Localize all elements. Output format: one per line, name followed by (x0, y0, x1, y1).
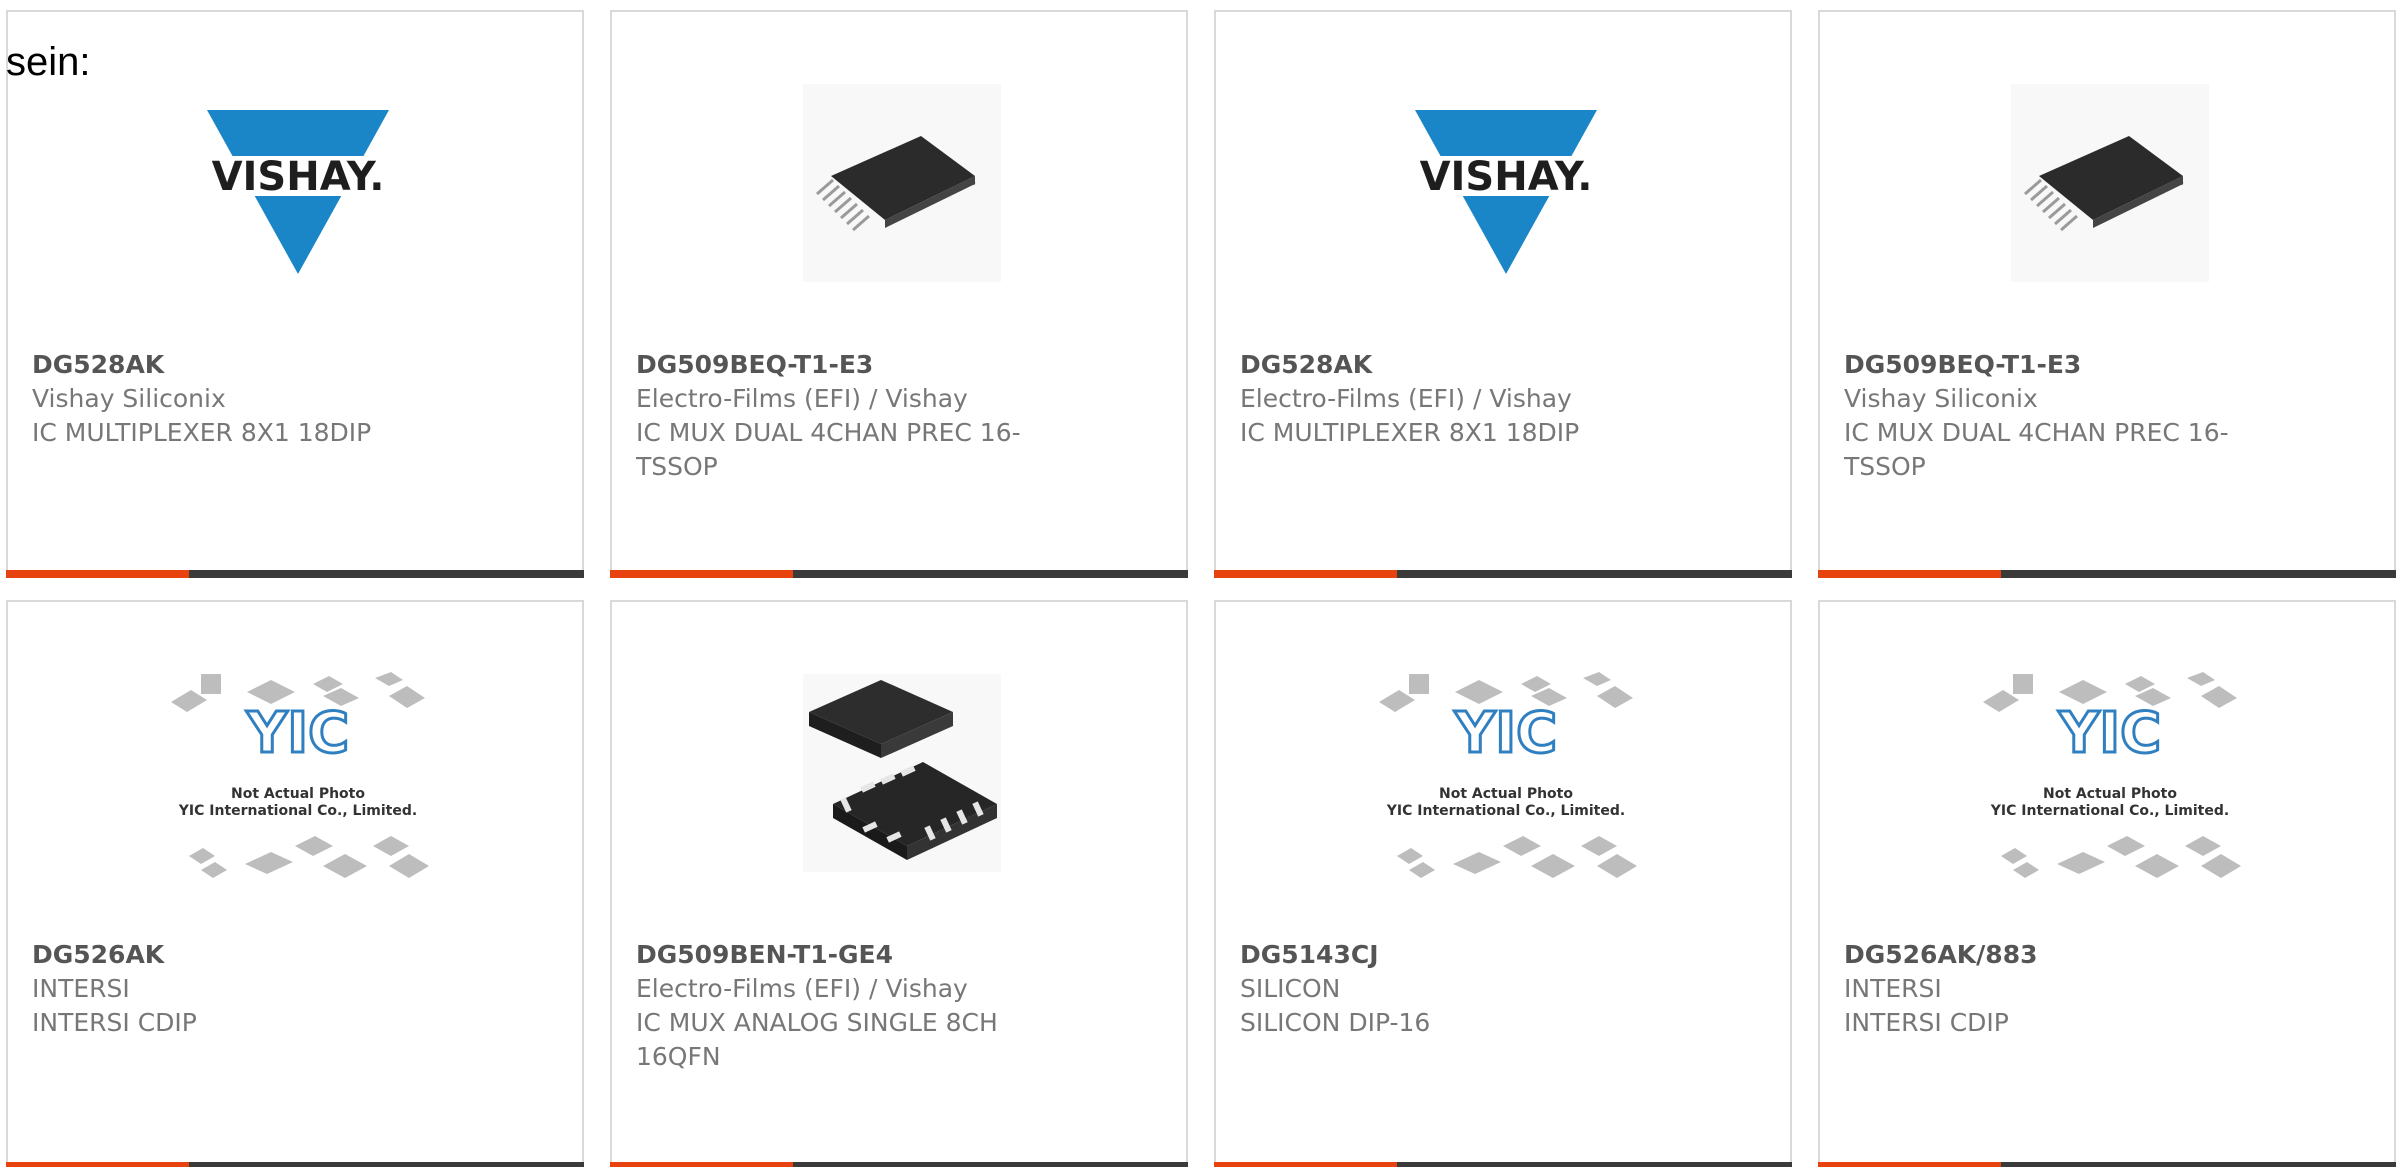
manufacturer: INTERSI (1844, 974, 1942, 1003)
tssop-chip-image (2011, 84, 2209, 282)
svg-text:Not Actual Photo: Not Actual Photo (231, 786, 365, 802)
card-accent-bar (1818, 570, 2396, 578)
qfn-chip-image (803, 674, 1001, 872)
part-number[interactable]: DG509BEQ-T1-E3 (636, 348, 1086, 382)
svg-text:YIC International Co., Limited: YIC International Co., Limited. (1990, 803, 2229, 819)
part-number[interactable]: DG528AK (1240, 348, 1690, 382)
svg-text:Not Actual Photo: Not Actual Photo (2043, 786, 2177, 802)
product-card[interactable]: VISHAY. DG528AK Electro-Films (EFI) / Vi… (1214, 10, 1792, 578)
vishay-logo-image: VISHAY. (1407, 84, 1605, 282)
not-actual-photo-image: YIC Not Actual Photo YIC International C… (171, 672, 429, 878)
card-accent-bar (1214, 1162, 1792, 1167)
svg-text:Not Actual Photo: Not Actual Photo (1439, 786, 1573, 802)
vishay-logo-image: VISHAY. (199, 84, 397, 282)
card-accent-bar (1214, 570, 1792, 578)
part-number[interactable]: DG526AK/883 (1844, 938, 2294, 972)
description: IC MUX DUAL 4CHAN PREC 16-TSSOP (1844, 418, 2229, 481)
card-accent-bar (6, 570, 584, 578)
svg-text:YIC: YIC (246, 701, 349, 766)
card-accent-bar (610, 570, 1188, 578)
manufacturer: Electro-Films (EFI) / Vishay (636, 384, 968, 413)
manufacturer: Electro-Films (EFI) / Vishay (1240, 384, 1572, 413)
manufacturer: Vishay Siliconix (32, 384, 226, 413)
description: INTERSI CDIP (1844, 1008, 2009, 1037)
svg-text:YIC: YIC (2058, 701, 2161, 766)
svg-text:YIC: YIC (1454, 701, 1557, 766)
part-number[interactable]: DG509BEQ-T1-E3 (1844, 348, 2294, 382)
product-card[interactable]: DG509BEQ-T1-E3 Electro-Films (EFI) / Vis… (610, 10, 1188, 578)
svg-text:YIC International Co., Limited: YIC International Co., Limited. (1386, 803, 1625, 819)
intro-text: sein: (6, 40, 91, 84)
part-number[interactable]: DG509BEN-T1-GE4 (636, 938, 1086, 972)
manufacturer: SILICON (1240, 974, 1341, 1003)
tssop-chip-image (803, 84, 1001, 282)
svg-text:VISHAY.: VISHAY. (212, 154, 385, 200)
part-number[interactable]: DG528AK (32, 348, 482, 382)
product-card[interactable]: VISHAY. DG528AK Vishay Siliconix IC MULT… (6, 10, 584, 578)
not-actual-photo-image: YIC Not Actual Photo YIC International C… (1379, 672, 1637, 878)
product-card[interactable]: DG509BEQ-T1-E3 Vishay Siliconix IC MUX D… (1818, 10, 2396, 578)
description: IC MUX DUAL 4CHAN PREC 16-TSSOP (636, 418, 1021, 481)
product-grid-page: sein: VISHAY. DG528AK Vishay Siliconix I… (0, 0, 2400, 1167)
description: INTERSI CDIP (32, 1008, 197, 1037)
description: IC MULTIPLEXER 8X1 18DIP (32, 418, 372, 447)
description: IC MULTIPLEXER 8X1 18DIP (1240, 418, 1580, 447)
product-card[interactable]: YIC Not Actual Photo YIC International C… (1214, 600, 1792, 1167)
not-actual-photo-image: YIC Not Actual Photo YIC International C… (1983, 672, 2241, 878)
manufacturer: Electro-Films (EFI) / Vishay (636, 974, 968, 1003)
card-accent-bar (1818, 1162, 2396, 1167)
product-card[interactable]: DG509BEN-T1-GE4 Electro-Films (EFI) / Vi… (610, 600, 1188, 1167)
product-card[interactable]: YIC Not Actual Photo YIC International C… (6, 600, 584, 1167)
product-card[interactable]: YIC Not Actual Photo YIC International C… (1818, 600, 2396, 1167)
part-number[interactable]: DG5143CJ (1240, 938, 1690, 972)
svg-text:YIC International Co., Limited: YIC International Co., Limited. (178, 803, 417, 819)
card-accent-bar (6, 1162, 584, 1167)
manufacturer: Vishay Siliconix (1844, 384, 2038, 413)
description: SILICON DIP-16 (1240, 1008, 1431, 1037)
description: IC MUX ANALOG SINGLE 8CH 16QFN (636, 1008, 998, 1071)
card-accent-bar (610, 1162, 1188, 1167)
svg-text:VISHAY.: VISHAY. (1420, 154, 1593, 200)
manufacturer: INTERSI (32, 974, 130, 1003)
part-number[interactable]: DG526AK (32, 938, 482, 972)
